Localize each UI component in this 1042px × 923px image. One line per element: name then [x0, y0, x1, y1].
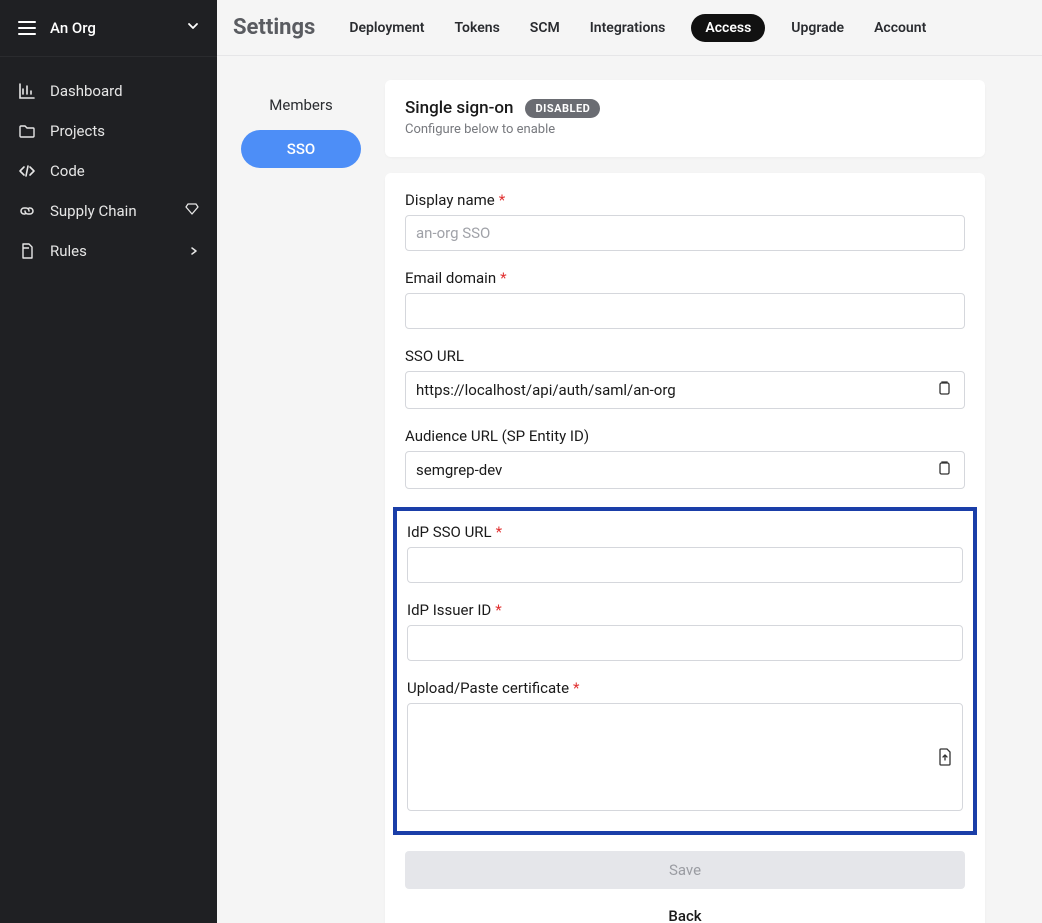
sidebar-item-label: Code [50, 162, 85, 180]
gem-icon [185, 202, 199, 220]
label-audience-url: Audience URL (SP Entity ID) [405, 427, 589, 445]
upload-certificate-button[interactable] [937, 748, 953, 770]
audience-url-value: semgrep-dev [416, 461, 934, 479]
back-button[interactable]: Back [405, 897, 965, 923]
chevron-down-icon [187, 20, 199, 36]
label-certificate: Upload/Paste certificate [407, 679, 569, 697]
sidebar-nav: Dashboard Projects Code Supply Chain Rul… [0, 56, 217, 271]
content: Members SSO Single sign-on DISABLED Conf… [217, 56, 1042, 923]
field-audience-url: Audience URL (SP Entity ID) semgrep-dev [405, 427, 965, 489]
sidebar-item-label: Supply Chain [50, 202, 137, 220]
sso-header-card: Single sign-on DISABLED Configure below … [385, 80, 985, 157]
required-marker: * [496, 523, 502, 541]
field-idp-issuer-id: IdP Issuer ID* [407, 601, 963, 661]
display-name-input[interactable] [405, 215, 965, 251]
copy-audience-url-button[interactable] [934, 458, 954, 482]
tab-access[interactable]: Access [691, 14, 765, 42]
label-email-domain: Email domain [405, 269, 496, 287]
hamburger-icon [18, 21, 36, 35]
sidebar-item-projects[interactable]: Projects [0, 111, 217, 151]
sidebar-item-label: Projects [50, 122, 105, 140]
chevron-right-icon [189, 242, 199, 260]
link-icon [18, 202, 36, 220]
tab-account[interactable]: Account [870, 14, 930, 42]
status-badge: DISABLED [525, 99, 600, 118]
required-marker: * [499, 191, 505, 209]
idp-issuer-id-input[interactable] [407, 625, 963, 661]
main: Settings Deployment Tokens SCM Integrati… [217, 0, 1042, 923]
email-domain-input[interactable] [405, 293, 965, 329]
sidebar-item-rules[interactable]: Rules [0, 231, 217, 271]
code-icon [18, 162, 36, 180]
field-idp-sso-url: IdP SSO URL* [407, 523, 963, 583]
file-upload-icon [937, 748, 953, 766]
field-email-domain: Email domain* [405, 269, 965, 329]
field-sso-url: SSO URL https://localhost/api/auth/saml/… [405, 347, 965, 409]
sidebar-item-label: Dashboard [50, 82, 123, 100]
sso-form-card: Display name* Email domain* SSO URL http… [385, 173, 985, 923]
sidebar-item-dashboard[interactable]: Dashboard [0, 71, 217, 111]
label-sso-url: SSO URL [405, 347, 464, 365]
copy-sso-url-button[interactable] [934, 378, 954, 402]
org-name: An Org [50, 19, 173, 37]
folder-icon [18, 122, 36, 140]
tab-tokens[interactable]: Tokens [451, 14, 504, 42]
clipboard-icon [936, 380, 952, 396]
required-marker: * [495, 601, 501, 619]
label-idp-issuer-id: IdP Issuer ID [407, 601, 491, 619]
label-idp-sso-url: IdP SSO URL [407, 523, 492, 541]
subnav-members[interactable]: Members [241, 86, 361, 124]
label-display-name: Display name [405, 191, 495, 209]
topbar: Settings Deployment Tokens SCM Integrati… [217, 0, 1042, 56]
panels: Single sign-on DISABLED Configure below … [385, 80, 985, 899]
required-marker: * [500, 269, 506, 287]
required-marker: * [573, 679, 579, 697]
save-button[interactable]: Save [405, 851, 965, 889]
idp-highlight-region: IdP SSO URL* IdP Issuer ID* Upload/Paste… [393, 507, 977, 835]
sidebar-item-code[interactable]: Code [0, 151, 217, 191]
clipboard-icon [936, 460, 952, 476]
sidebar-item-supply-chain[interactable]: Supply Chain [0, 191, 217, 231]
chart-icon [18, 82, 36, 100]
field-display-name: Display name* [405, 191, 965, 251]
document-icon [18, 242, 36, 260]
subnav-sso[interactable]: SSO [241, 130, 361, 168]
idp-sso-url-input[interactable] [407, 547, 963, 583]
tab-integrations[interactable]: Integrations [586, 14, 670, 42]
sso-subtitle: Configure below to enable [405, 122, 965, 137]
org-selector[interactable]: An Org [0, 0, 217, 56]
certificate-textarea[interactable] [407, 703, 963, 811]
subnav: Members SSO [241, 80, 361, 899]
page-title: Settings [233, 15, 315, 40]
sso-url-value: https://localhost/api/auth/saml/an-org [416, 381, 934, 399]
sidebar: An Org Dashboard Projects Code Supply Ch… [0, 0, 217, 923]
field-certificate: Upload/Paste certificate* [407, 679, 963, 815]
sso-title: Single sign-on [405, 98, 513, 118]
tab-deployment[interactable]: Deployment [345, 14, 428, 42]
tab-scm[interactable]: SCM [526, 14, 564, 42]
tab-upgrade[interactable]: Upgrade [787, 14, 848, 42]
sidebar-item-label: Rules [50, 242, 87, 260]
